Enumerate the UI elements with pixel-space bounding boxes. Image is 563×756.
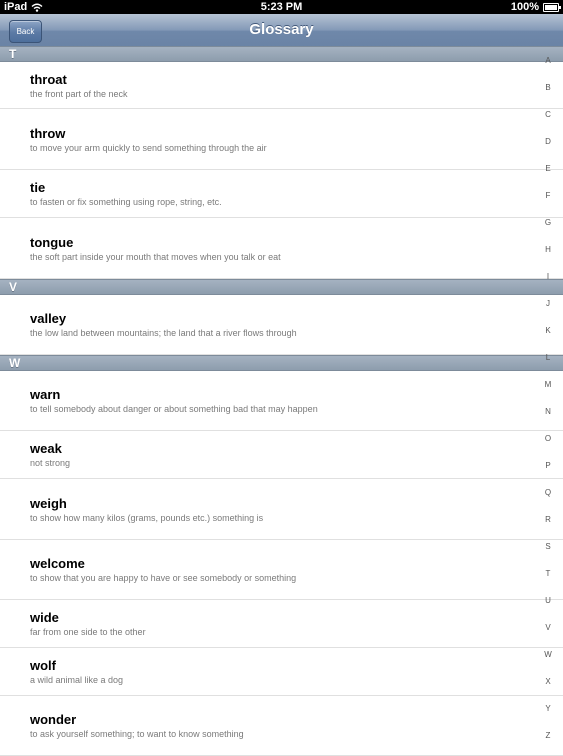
index-letter-n[interactable]: N xyxy=(533,407,563,416)
index-letter-l[interactable]: L xyxy=(533,353,563,362)
index-letter-i[interactable]: I xyxy=(533,272,563,281)
term-label: wide xyxy=(30,610,59,625)
term-label: valley xyxy=(30,311,67,326)
index-letter-f[interactable]: F xyxy=(533,191,563,200)
section-header-w: W xyxy=(0,355,563,371)
index-letter-b[interactable]: B xyxy=(533,83,563,92)
index-letter-r[interactable]: R xyxy=(533,515,563,524)
definition-text: to show how many kilos (grams, pounds et… xyxy=(30,513,264,523)
glossary-row-welcome[interactable]: welcome to show that you are happy to hav… xyxy=(0,540,563,600)
page-title: Glossary xyxy=(249,21,314,38)
index-letter-v[interactable]: V xyxy=(533,623,563,632)
index-letter-p[interactable]: P xyxy=(533,461,563,470)
term-label: warn xyxy=(30,387,61,402)
index-letter-x[interactable]: X xyxy=(533,677,563,686)
battery-percent: 100% xyxy=(510,1,539,13)
glossary-row-throat[interactable]: throat the front part of the neck xyxy=(0,62,563,109)
glossary-row-throw[interactable]: throw to move your arm quickly to send so… xyxy=(0,109,563,170)
index-letter-w[interactable]: W xyxy=(533,650,563,659)
index-letter-z[interactable]: Z xyxy=(533,731,563,740)
definition-text: to show that you are happy to have or se… xyxy=(30,573,297,583)
term-label: weak xyxy=(30,441,62,456)
index-letter-e[interactable]: E xyxy=(533,164,563,173)
glossary-row-weigh[interactable]: weigh to show how many kilos (grams, poun… xyxy=(0,479,563,540)
definition-text: a wild animal like a dog xyxy=(30,675,124,685)
index-letter-g[interactable]: G xyxy=(533,218,563,227)
term-label: wonder xyxy=(30,712,77,727)
index-letter-a[interactable]: A xyxy=(533,56,563,65)
term-label: throw xyxy=(30,126,66,141)
index-letter-d[interactable]: D xyxy=(533,137,563,146)
index-letter-j[interactable]: J xyxy=(533,299,563,308)
definition-text: the front part of the neck xyxy=(30,89,128,99)
term-label: throat xyxy=(30,72,67,87)
glossary-row-tongue[interactable]: tongue the soft part inside your mouth th… xyxy=(0,218,563,279)
index-letter-m[interactable]: M xyxy=(533,380,563,389)
glossary-row-wolf[interactable]: wolf a wild animal like a dog xyxy=(0,648,563,696)
term-label: welcome xyxy=(30,556,85,571)
glossary-row-valley[interactable]: valley the low land between mountains; th… xyxy=(0,295,563,355)
index-letter-u[interactable]: U xyxy=(533,596,563,605)
status-right: 100% xyxy=(510,1,561,13)
section-header-v: V xyxy=(0,279,563,295)
index-letter-k[interactable]: K xyxy=(533,326,563,335)
term-label: wolf xyxy=(30,658,56,673)
navigation-bar: Back Glossary xyxy=(0,14,563,48)
definition-text: the low land between mountains; the land… xyxy=(30,328,297,338)
index-letter-y[interactable]: Y xyxy=(533,704,563,713)
definition-text: the soft part inside your mouth that mov… xyxy=(30,252,281,262)
definition-text: not strong xyxy=(30,458,71,468)
glossary-row-warn[interactable]: warn to tell somebody about danger or abo… xyxy=(0,371,563,431)
clock: 5:23 PM xyxy=(260,1,303,13)
definition-text: to move your arm quickly to send somethi… xyxy=(30,143,267,153)
index-letter-c[interactable]: C xyxy=(533,110,563,119)
term-label: tongue xyxy=(30,235,74,250)
term-label: weigh xyxy=(30,496,67,511)
section-index[interactable]: A B C D E F G H I J K L M N O P Q R S T U V W X Y Z xyxy=(533,48,563,750)
term-label: tie xyxy=(30,180,46,195)
glossary-row-wonder[interactable]: wonder to ask yourself something; to want… xyxy=(0,696,563,756)
index-letter-h[interactable]: H xyxy=(533,245,563,254)
status-bar: iPad 5:23 PM 100% xyxy=(0,0,563,14)
definition-text: to tell somebody about danger or about s… xyxy=(30,404,318,414)
index-letter-q[interactable]: Q xyxy=(533,488,563,497)
index-letter-o[interactable]: O xyxy=(533,434,563,443)
definition-text: far from one side to the other xyxy=(30,627,146,637)
index-letter-s[interactable]: S xyxy=(533,542,563,551)
section-header-t: T xyxy=(0,46,563,62)
glossary-row-tie[interactable]: tie to fasten or fix something using rope… xyxy=(0,170,563,218)
battery-icon xyxy=(543,2,561,12)
glossary-row-wide[interactable]: wide far from one side to the other xyxy=(0,600,563,648)
definition-text: to fasten or fix something using rope, s… xyxy=(30,197,222,207)
definition-text: to ask yourself something; to want to kn… xyxy=(30,729,244,739)
index-letter-t[interactable]: T xyxy=(533,569,563,578)
glossary-row-weak[interactable]: weak not strong xyxy=(0,431,563,479)
